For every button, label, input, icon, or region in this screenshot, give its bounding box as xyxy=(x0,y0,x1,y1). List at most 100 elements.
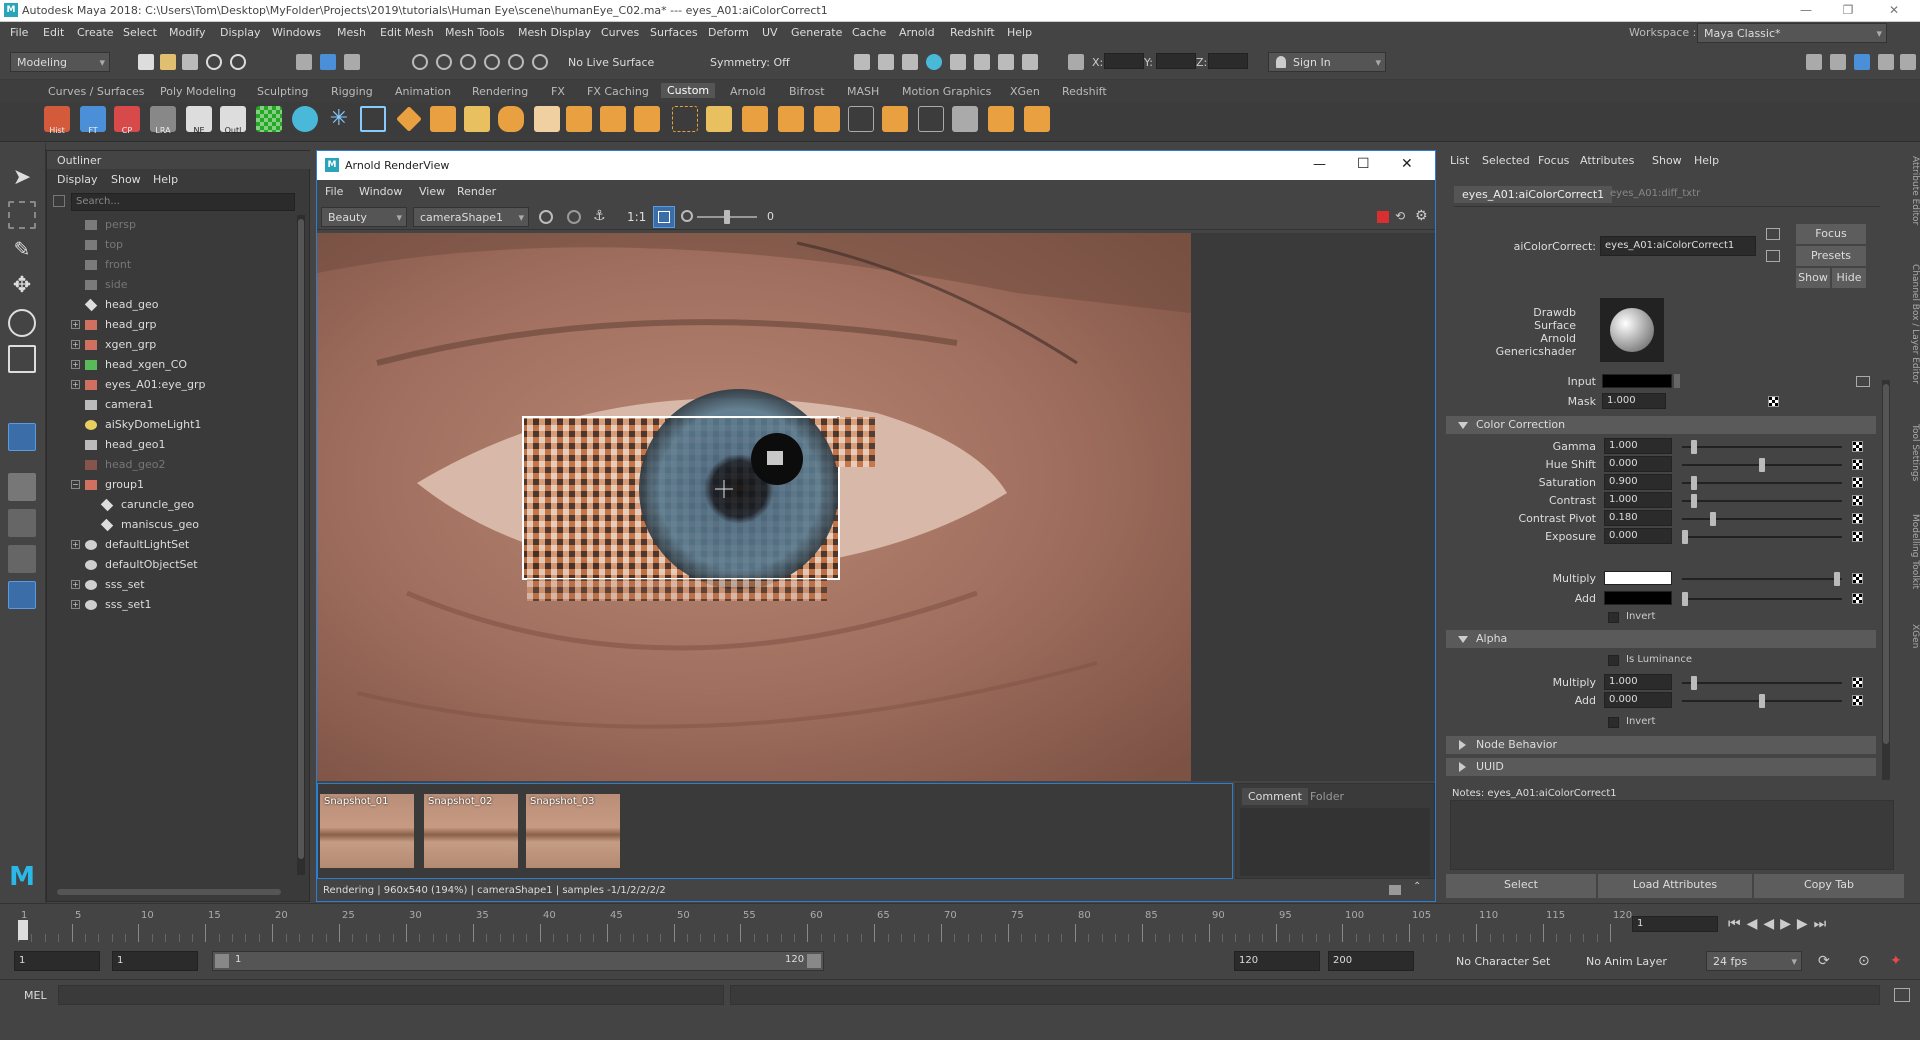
attr-slider-knob[interactable] xyxy=(1691,440,1697,454)
menu-edit[interactable]: Edit xyxy=(43,26,64,39)
outliner-menu-show[interactable]: Show xyxy=(111,173,141,186)
outliner-item[interactable]: + head_xgen_CO xyxy=(47,355,297,375)
collapse-icon[interactable]: ⌃ xyxy=(1413,881,1421,892)
menu-uv[interactable]: UV xyxy=(762,26,778,39)
ae-tab-color-correct[interactable]: eyes_A01:aiColorCorrect1 xyxy=(1454,186,1613,203)
attr-slider-knob[interactable] xyxy=(1682,530,1688,544)
expand-toggle-icon[interactable]: + xyxy=(71,340,80,349)
attr-map-button[interactable] xyxy=(1852,677,1863,688)
cc-multiply-slider[interactable] xyxy=(1682,572,1842,586)
undo-icon[interactable] xyxy=(206,54,222,70)
modeling-toolkit-icon[interactable] xyxy=(1806,54,1822,70)
expand-toggle-icon[interactable]: + xyxy=(71,380,80,389)
ae-menu-list[interactable]: List xyxy=(1450,154,1469,167)
tab-comment[interactable]: Comment xyxy=(1242,788,1308,805)
attr-slider[interactable] xyxy=(1682,476,1842,490)
attr-slider-knob[interactable] xyxy=(1691,494,1697,508)
outliner-item[interactable]: + eyes_A01:eye_grp xyxy=(47,375,297,395)
transform-icon[interactable] xyxy=(1068,54,1084,70)
rv-menu-file[interactable]: File xyxy=(325,185,343,198)
menu-arnold[interactable]: Arnold xyxy=(899,26,935,39)
attr-map-button[interactable] xyxy=(1852,531,1863,542)
range-end-handle[interactable] xyxy=(807,954,821,968)
attr-slider-knob[interactable] xyxy=(1710,512,1716,526)
lasso-tool-icon[interactable] xyxy=(8,201,36,229)
channel-icon[interactable] xyxy=(539,210,553,224)
menu-surfaces[interactable]: Surfaces xyxy=(650,26,698,39)
filter-icon[interactable] xyxy=(53,195,65,207)
cc-invert-checkbox[interactable] xyxy=(1608,612,1619,623)
menu-edit-mesh[interactable]: Edit Mesh xyxy=(380,26,434,39)
menu-redshift[interactable]: Redshift xyxy=(950,26,995,39)
render-image[interactable] xyxy=(317,233,1191,781)
alpha-section-header[interactable]: Alpha xyxy=(1446,630,1876,648)
select-button[interactable]: Select xyxy=(1446,874,1596,898)
render-view-icon[interactable] xyxy=(950,54,966,70)
range-start-handle[interactable] xyxy=(215,954,229,968)
scene-start-field[interactable]: 1 xyxy=(14,951,100,971)
attr-map-button[interactable] xyxy=(1852,495,1863,506)
show-button[interactable]: Show xyxy=(1796,268,1830,288)
color-correction-section-header[interactable]: Color Correction xyxy=(1446,416,1876,434)
attr-value-field[interactable]: 1.000 xyxy=(1604,492,1672,508)
outliner-item[interactable]: defaultObjectSet xyxy=(47,555,297,575)
time-ruler[interactable]: 1 5 10 15 20 25 30 35 40 45 50 55 60 65 70 75 80 85 90 95 10… xyxy=(18,904,1632,944)
stop-render-button[interactable] xyxy=(1377,211,1389,223)
save-scene-icon[interactable] xyxy=(182,54,198,70)
shelf-tab-fx-caching[interactable]: FX Caching xyxy=(587,85,649,98)
outliner-item[interactable]: front xyxy=(47,255,297,275)
pen-icon[interactable] xyxy=(882,106,908,132)
cc-add-slider-knob[interactable] xyxy=(1682,592,1688,606)
shelf-tab-mash[interactable]: MASH xyxy=(847,85,879,98)
extrude-icon[interactable] xyxy=(566,106,592,132)
ratio-label[interactable]: 1:1 xyxy=(627,210,646,224)
input-slider[interactable] xyxy=(1674,374,1680,388)
layers-icon[interactable] xyxy=(464,106,490,132)
input-color-swatch[interactable] xyxy=(1602,374,1672,388)
restore-button[interactable]: ❐ xyxy=(1828,0,1868,22)
single-perspective-layout-icon[interactable] xyxy=(8,423,36,451)
grid-icon[interactable] xyxy=(848,106,874,132)
channel-box-toggle-icon[interactable] xyxy=(1900,54,1916,70)
attr-map-button[interactable] xyxy=(1852,513,1863,524)
current-frame-field[interactable]: 1 xyxy=(1632,916,1718,932)
cc-multiply-map-button[interactable] xyxy=(1852,573,1863,584)
expand-toggle-icon[interactable]: + xyxy=(71,320,80,329)
render-settings-icon[interactable] xyxy=(902,54,918,70)
poly-cube-icon[interactable] xyxy=(534,106,560,132)
y-field[interactable] xyxy=(1156,53,1196,69)
select-by-hierarchy-icon[interactable] xyxy=(296,54,312,70)
attr-slider-knob[interactable] xyxy=(1759,694,1765,708)
range-slider[interactable]: 1 120 xyxy=(212,951,824,971)
cube-icon[interactable] xyxy=(430,106,456,132)
z-field[interactable] xyxy=(1208,53,1248,69)
select-tool-icon[interactable]: ➤ xyxy=(8,165,36,193)
outliner-item[interactable]: + xgen_grp xyxy=(47,335,297,355)
presets-button[interactable]: Presets xyxy=(1796,246,1866,266)
cc-add-slider[interactable] xyxy=(1682,592,1842,606)
workspace-dropdown[interactable]: Maya Classic* xyxy=(1697,23,1887,43)
attr-slider[interactable] xyxy=(1682,676,1842,690)
sphere-icon[interactable] xyxy=(292,106,318,132)
input-connections-icon[interactable] xyxy=(1766,228,1780,240)
snapshot-thumbnail[interactable]: Snapshot_03 xyxy=(526,794,620,868)
outliner-hscrollbar[interactable] xyxy=(57,889,281,895)
menu-help[interactable]: Help xyxy=(1007,26,1032,39)
bevel-icon[interactable] xyxy=(600,106,626,132)
time-slider[interactable]: 1 5 10 15 20 25 30 35 40 45 50 55 60 65 70 75 80 85 90 95 10… xyxy=(0,903,1920,943)
redo-icon[interactable] xyxy=(230,54,246,70)
four-view-layout-icon[interactable] xyxy=(8,473,36,501)
shelf-tab-rendering[interactable]: Rendering xyxy=(472,85,528,98)
lattice-icon[interactable] xyxy=(918,106,944,132)
shelf-tab-fx[interactable]: FX xyxy=(551,85,565,98)
comment-textarea[interactable] xyxy=(1240,808,1430,876)
select-by-object-icon[interactable] xyxy=(320,54,336,70)
attribute-editor-toggle-icon[interactable] xyxy=(1854,54,1870,70)
node-name-field[interactable]: eyes_A01:aiColorCorrect1 xyxy=(1600,236,1756,256)
crop-region-button[interactable] xyxy=(653,206,675,228)
shelf-tab-curves-surfaces[interactable]: Curves / Surfaces xyxy=(48,85,145,98)
expand-toggle-icon[interactable]: + xyxy=(71,580,80,589)
uuid-section-header[interactable]: UUID xyxy=(1446,758,1876,776)
hand-icon[interactable] xyxy=(1024,106,1050,132)
menu-windows[interactable]: Windows xyxy=(272,26,321,39)
